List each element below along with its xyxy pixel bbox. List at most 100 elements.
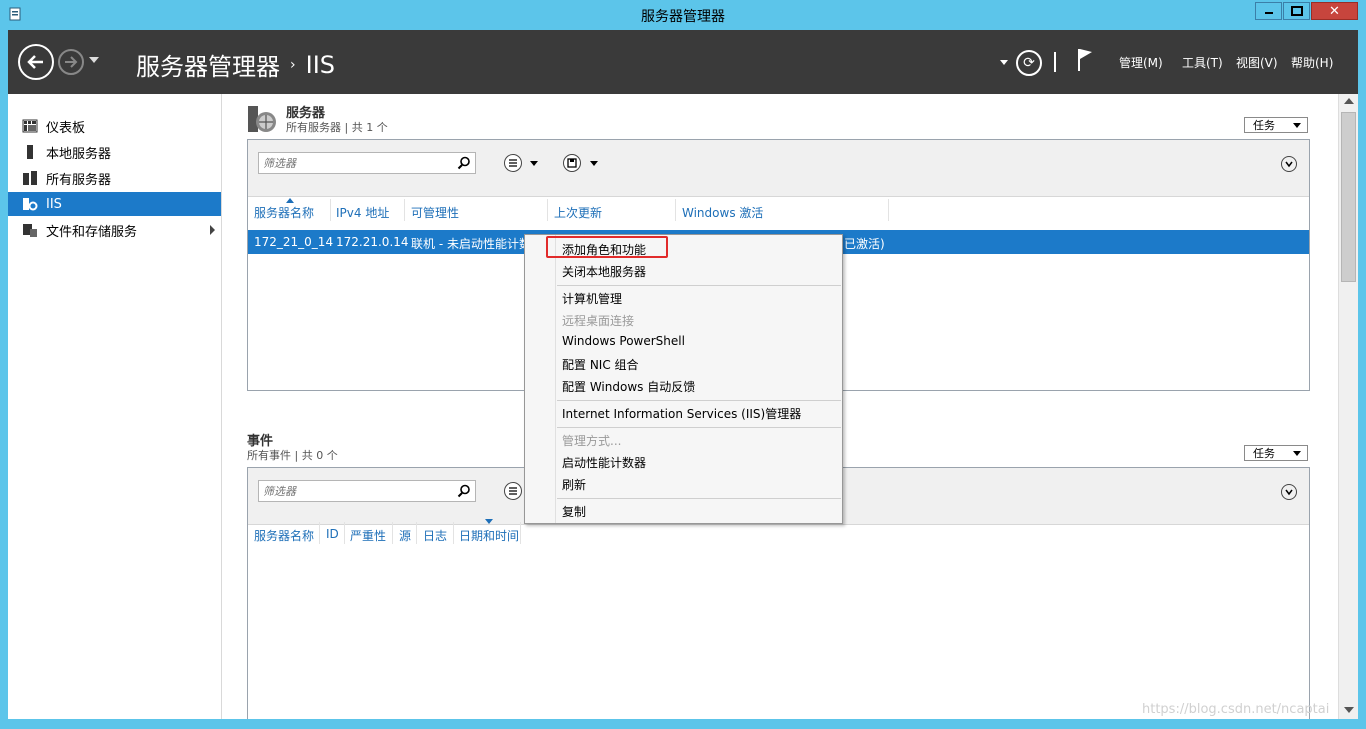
col-server-name[interactable]: 服务器名称 [254, 204, 314, 221]
collapse-chevron-icon[interactable] [1281, 484, 1297, 500]
events-tasks-button[interactable]: 任务 [1244, 445, 1308, 461]
dashboard-icon [22, 119, 38, 133]
column-divider [330, 199, 331, 221]
refresh-icon[interactable]: ⟳ [1016, 50, 1042, 76]
menu-item-nic-teaming[interactable]: 配置 NIC 组合 [562, 356, 639, 373]
col-windows-activation[interactable]: Windows 激活 [682, 204, 763, 221]
forward-button[interactable] [58, 49, 84, 75]
refresh-dropdown-icon[interactable] [1000, 60, 1008, 65]
menu-item-manage-as: 管理方式... [562, 434, 622, 448]
col-manageability[interactable]: 可管理性 [411, 204, 459, 221]
sidebar-item-label: 仪表板 [46, 120, 86, 136]
watermark: https://blog.csdn.net/ncaptai [1142, 702, 1330, 717]
notifications-flag-icon[interactable] [1076, 47, 1096, 73]
minimize-icon [1264, 12, 1273, 14]
menu-separator [557, 427, 841, 428]
scroll-up-icon[interactable] [1344, 98, 1354, 104]
iis-icon [23, 198, 38, 211]
column-divider [344, 522, 345, 544]
sidebar-item-iis[interactable]: IIS [8, 192, 221, 216]
menu-tools[interactable]: 工具(T) [1182, 54, 1223, 71]
events-filter-box[interactable] [258, 480, 476, 502]
back-button[interactable] [18, 44, 54, 80]
sort-asc-icon [286, 198, 294, 203]
maximize-button[interactable] [1283, 2, 1310, 20]
menu-item-powershell[interactable]: Windows PowerShell [562, 334, 685, 348]
expand-arrow-icon[interactable] [210, 225, 215, 235]
col-ipv4[interactable]: IPv4 地址 [336, 204, 389, 221]
window-title: 服务器管理器 [641, 9, 725, 25]
search-icon[interactable] [457, 484, 471, 498]
menu-item-start-perf-counters[interactable]: 启动性能计数器 [562, 454, 646, 471]
col-source[interactable]: 源 [399, 527, 411, 544]
sidebar-item-dashboard[interactable]: 仪表板 [8, 114, 221, 138]
menu-help[interactable]: 帮助(H) [1291, 54, 1333, 71]
tasks-label: 任务 [1253, 447, 1275, 460]
file-storage-icon [23, 224, 37, 237]
breadcrumb-current: IIS [305, 50, 335, 79]
menu-item-copy[interactable]: 复制 [562, 503, 586, 520]
breadcrumb: 服务器管理器 › IIS [136, 47, 335, 82]
list-options-icon[interactable] [504, 482, 522, 500]
menu-view[interactable]: 视图(V) [1236, 54, 1278, 71]
scroll-thumb[interactable] [1341, 112, 1356, 282]
sidebar-item-local-server[interactable]: 本地服务器 [8, 140, 221, 164]
list-options-icon[interactable] [504, 154, 522, 172]
menu-item-iis-manager[interactable]: Internet Information Services (IIS)管理器 [562, 405, 801, 422]
close-button[interactable]: ✕ [1311, 2, 1358, 20]
search-icon[interactable] [457, 156, 471, 170]
breadcrumb-separator-icon: › [290, 56, 296, 73]
sidebar-item-label: 文件和存储服务 [46, 224, 138, 240]
close-icon: ✕ [1329, 3, 1340, 19]
column-divider [675, 199, 676, 221]
column-divider [404, 199, 405, 221]
menu-item-feedback[interactable]: 配置 Windows 自动反馈 [562, 378, 695, 395]
servers-filter-input[interactable] [263, 155, 453, 171]
save-query-dropdown-icon[interactable] [590, 161, 598, 166]
col-id[interactable]: ID [326, 527, 339, 541]
menu-item-add-roles[interactable]: 添加角色和功能 [562, 241, 646, 258]
cell-manageability: 联机 - 未启动性能计数 [411, 237, 531, 251]
menu-item-shutdown-local[interactable]: 关闭本地服务器 [562, 263, 646, 280]
arrow-left-icon [27, 55, 43, 69]
vertical-scrollbar[interactable] [1338, 94, 1358, 719]
collapse-chevron-icon[interactable] [1281, 156, 1297, 172]
events-section-subtitle: 所有事件 | 共 0 个 [247, 449, 338, 462]
minimize-button[interactable] [1255, 2, 1282, 20]
chevron-down-icon [1293, 123, 1301, 128]
menu-manage[interactable]: 管理(M) [1119, 54, 1163, 71]
sidebar-item-file-storage[interactable]: 文件和存储服务 [8, 218, 221, 242]
sidebar: 仪表板 本地服务器 所有服务器 IIS 文件和存储服务 [8, 94, 222, 719]
sidebar-item-label: 本地服务器 [46, 146, 112, 162]
servers-filter-box[interactable] [258, 152, 476, 174]
scroll-down-icon[interactable] [1344, 707, 1354, 713]
column-divider [453, 522, 454, 544]
sort-desc-icon [485, 519, 493, 524]
col-severity[interactable]: 严重性 [350, 527, 386, 544]
column-divider [888, 199, 889, 221]
column-divider [392, 522, 393, 544]
servers-tasks-button[interactable]: 任务 [1244, 117, 1308, 133]
server-manager-window: 服务器管理器 ✕ 服务器管理器 › IIS ⟳ 管理(M) 工具(T) 视图(V… [0, 0, 1366, 729]
title-bar: 服务器管理器 ✕ [0, 0, 1366, 30]
events-filter-input[interactable] [263, 483, 453, 499]
sidebar-item-all-servers[interactable]: 所有服务器 [8, 166, 221, 190]
list-options-dropdown-icon[interactable] [530, 161, 538, 166]
all-servers-icon [23, 171, 37, 185]
context-menu: 添加角色和功能 关闭本地服务器 计算机管理 远程桌面连接 Windows Pow… [524, 234, 843, 524]
menu-item-computer-management[interactable]: 计算机管理 [562, 290, 622, 307]
cell-server-name: 172_21_0_14 [254, 235, 334, 249]
column-divider [547, 199, 548, 221]
col-log[interactable]: 日志 [423, 527, 447, 544]
sidebar-item-label: 所有服务器 [46, 172, 112, 188]
col-server-name[interactable]: 服务器名称 [254, 527, 314, 544]
col-last-update[interactable]: 上次更新 [554, 204, 602, 221]
col-date-time[interactable]: 日期和时间 [459, 527, 519, 544]
history-dropdown-icon[interactable] [89, 57, 99, 63]
cell-activation: 已激活) [844, 237, 885, 251]
window-bottom-border [0, 719, 1366, 729]
column-divider [520, 522, 521, 544]
menu-item-refresh[interactable]: 刷新 [562, 476, 586, 493]
save-query-icon[interactable] [563, 154, 581, 172]
breadcrumb-root[interactable]: 服务器管理器 [136, 47, 280, 82]
